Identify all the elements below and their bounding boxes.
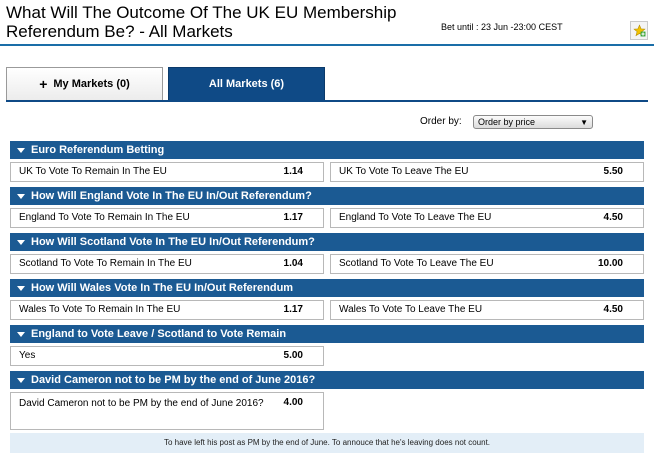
selection-odds: 5.50 xyxy=(603,166,623,177)
triangle-down-icon xyxy=(17,332,25,337)
selection-odds: 1.17 xyxy=(283,304,303,315)
market-note: To have left his post as PM by the end o… xyxy=(10,433,644,453)
bet-until-text: Bet until : 23 Jun -23:00 CEST xyxy=(441,22,563,32)
selection-odds: 5.00 xyxy=(283,350,303,361)
header-divider xyxy=(0,44,654,46)
triangle-down-icon xyxy=(17,286,25,291)
selection-cell[interactable]: England To Vote To Leave The EU 4.50 xyxy=(330,208,644,228)
selection-cell[interactable]: England To Vote To Remain In The EU 1.17 xyxy=(10,208,324,228)
selection-odds: 1.17 xyxy=(283,212,303,223)
selection-odds: 1.14 xyxy=(283,166,303,177)
market-title: England to Vote Leave / Scotland to Vote… xyxy=(31,328,287,340)
selection-name: Scotland To Vote To Remain In The EU xyxy=(19,258,192,269)
triangle-down-icon xyxy=(17,378,25,383)
plus-icon: + xyxy=(39,76,48,92)
selection-name: England To Vote To Remain In The EU xyxy=(19,212,190,223)
market-header[interactable]: How Will Scotland Vote In The EU In/Out … xyxy=(10,233,644,251)
selection-name: UK To Vote To Leave The EU xyxy=(339,166,469,177)
selection-cell[interactable]: Scotland To Vote To Remain In The EU 1.0… xyxy=(10,254,324,274)
favourite-button[interactable] xyxy=(630,21,648,40)
market-title: How Will Scotland Vote In The EU In/Out … xyxy=(31,236,315,248)
selection-odds: 4.50 xyxy=(603,304,623,315)
selection-name: England To Vote To Leave The EU xyxy=(339,212,492,223)
selection-cell[interactable]: Scotland To Vote To Leave The EU 10.00 xyxy=(330,254,644,274)
selection-name: Scotland To Vote To Leave The EU xyxy=(339,258,494,269)
selection-odds: 1.04 xyxy=(283,258,303,269)
selection-odds: 4.00 xyxy=(283,397,303,408)
triangle-down-icon xyxy=(17,194,25,199)
market-title: How Will Wales Vote In The EU In/Out Ref… xyxy=(31,282,294,294)
selection-cell[interactable]: Wales To Vote To Leave The EU 4.50 xyxy=(330,300,644,320)
market-header[interactable]: David Cameron not to be PM by the end of… xyxy=(10,371,644,389)
market-title: Euro Referendum Betting xyxy=(31,144,165,156)
tab-my-markets[interactable]: + My Markets (0) xyxy=(6,67,163,101)
selection-cell[interactable]: UK To Vote To Leave The EU 5.50 xyxy=(330,162,644,182)
selection-odds: 4.50 xyxy=(603,212,623,223)
selection-cell[interactable]: Yes 5.00 xyxy=(10,346,324,366)
selection-name: Wales To Vote To Remain In The EU xyxy=(19,304,181,315)
tab-all-markets[interactable]: All Markets (6) xyxy=(168,67,325,101)
market-header[interactable]: Euro Referendum Betting xyxy=(10,141,644,159)
selection-name: David Cameron not to be PM by the end of… xyxy=(19,398,264,409)
tabs-divider xyxy=(6,100,648,102)
order-by-value: Order by price xyxy=(478,117,536,127)
chevron-down-icon: ▼ xyxy=(580,118,588,127)
order-by-label: Order by: xyxy=(420,116,462,127)
market-title: David Cameron not to be PM by the end of… xyxy=(31,374,316,386)
page-header: What Will The Outcome Of The UK EU Membe… xyxy=(0,0,654,46)
selection-cell[interactable]: UK To Vote To Remain In The EU 1.14 xyxy=(10,162,324,182)
tab-my-markets-label: My Markets (0) xyxy=(53,78,130,90)
market-header[interactable]: How Will Wales Vote In The EU In/Out Ref… xyxy=(10,279,644,297)
selection-cell[interactable]: Wales To Vote To Remain In The EU 1.17 xyxy=(10,300,324,320)
star-icon xyxy=(632,24,646,37)
order-by-select[interactable]: Order by price ▼ xyxy=(473,115,593,129)
page-title: What Will The Outcome Of The UK EU Membe… xyxy=(6,3,397,41)
selection-odds: 10.00 xyxy=(597,258,623,269)
market-header[interactable]: England to Vote Leave / Scotland to Vote… xyxy=(10,325,644,343)
selection-name: Yes xyxy=(19,350,36,361)
market-title: How Will England Vote In The EU In/Out R… xyxy=(31,190,312,202)
selection-name: Wales To Vote To Leave The EU xyxy=(339,304,483,315)
selection-cell[interactable]: David Cameron not to be PM by the end of… xyxy=(10,392,324,430)
triangle-down-icon xyxy=(17,240,25,245)
triangle-down-icon xyxy=(17,148,25,153)
market-header[interactable]: How Will England Vote In The EU In/Out R… xyxy=(10,187,644,205)
tab-all-markets-label: All Markets (6) xyxy=(208,78,285,90)
selection-name: UK To Vote To Remain In The EU xyxy=(19,166,167,177)
